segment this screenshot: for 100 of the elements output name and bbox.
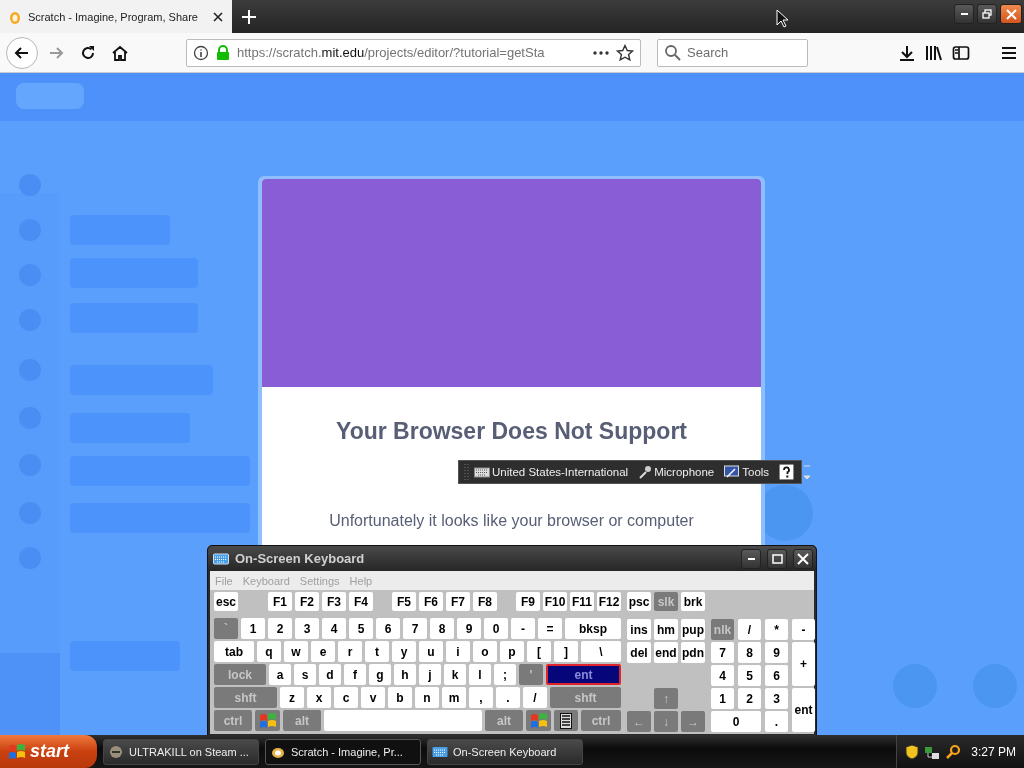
virtual-key[interactable]: + bbox=[792, 642, 815, 686]
virtual-key[interactable]: - bbox=[511, 618, 535, 639]
virtual-key[interactable]: psc bbox=[627, 592, 651, 611]
menu-key[interactable] bbox=[554, 710, 578, 731]
taskbar-button[interactable]: Scratch - Imagine, Pr... bbox=[265, 738, 421, 765]
virtual-key[interactable]: hm bbox=[654, 619, 678, 640]
virtual-key[interactable]: y bbox=[392, 641, 416, 662]
virtual-key[interactable]: 2 bbox=[268, 618, 292, 639]
virtual-key[interactable]: 0 bbox=[484, 618, 508, 639]
virtual-key[interactable]: tab bbox=[214, 641, 254, 662]
virtual-key[interactable]: esc bbox=[214, 592, 238, 611]
back-button[interactable] bbox=[6, 36, 38, 69]
maximize-button[interactable] bbox=[767, 548, 787, 569]
virtual-key[interactable]: v bbox=[361, 687, 385, 708]
virtual-key[interactable]: p bbox=[500, 641, 524, 662]
restore-button[interactable] bbox=[977, 4, 997, 24]
minimize-button[interactable] bbox=[954, 4, 974, 24]
virtual-key[interactable]: F3 bbox=[322, 592, 346, 611]
virtual-key[interactable]: - bbox=[792, 619, 815, 640]
virtual-key[interactable]: F7 bbox=[446, 592, 470, 611]
virtual-key[interactable]: 7 bbox=[711, 642, 734, 663]
taskbar-button[interactable]: ULTRAKILL on Steam ... bbox=[103, 738, 259, 765]
search-field[interactable]: Search bbox=[657, 38, 808, 67]
virtual-key[interactable]: 9 bbox=[765, 642, 788, 663]
virtual-key[interactable]: ent bbox=[546, 664, 621, 685]
language-bar-item[interactable]: Microphone bbox=[638, 464, 715, 480]
virtual-key[interactable]: ent bbox=[792, 688, 815, 732]
windows-key[interactable] bbox=[255, 710, 280, 731]
virtual-key[interactable]: [ bbox=[527, 641, 551, 662]
sidebar-icon[interactable] bbox=[952, 43, 970, 62]
virtual-key[interactable]: F11 bbox=[570, 592, 594, 611]
virtual-key[interactable]: 8 bbox=[430, 618, 454, 639]
virtual-key[interactable]: 0 bbox=[711, 711, 761, 732]
address-bar[interactable]: https://scratch.mit.edu/projects/editor/?tutorial=getSta bbox=[186, 38, 641, 67]
virtual-key[interactable]: 2 bbox=[738, 688, 761, 709]
language-bar-item[interactable]: United States-International bbox=[474, 465, 629, 479]
more-dots-icon[interactable] bbox=[592, 48, 610, 57]
virtual-key[interactable]: o bbox=[473, 641, 497, 662]
virtual-key[interactable]: * bbox=[765, 619, 788, 640]
browser-tab[interactable]: Scratch - Imagine, Program, Share bbox=[0, 0, 232, 33]
virtual-key[interactable]: 3 bbox=[765, 688, 788, 709]
virtual-key[interactable]: 4 bbox=[322, 618, 346, 639]
virtual-key[interactable]: 8 bbox=[738, 642, 761, 663]
virtual-key[interactable]: b bbox=[388, 687, 412, 708]
virtual-key[interactable]: u bbox=[419, 641, 443, 662]
virtual-key[interactable]: F9 bbox=[516, 592, 540, 611]
virtual-key[interactable]: F5 bbox=[392, 592, 416, 611]
virtual-key[interactable]: r bbox=[338, 641, 362, 662]
virtual-key[interactable]: e bbox=[311, 641, 335, 662]
language-bar-item[interactable]: Tools bbox=[724, 465, 770, 479]
virtual-key[interactable]: end bbox=[654, 642, 678, 663]
virtual-key[interactable]: 6 bbox=[765, 665, 788, 686]
virtual-key[interactable]: ; bbox=[494, 664, 516, 685]
virtual-key[interactable]: w bbox=[284, 641, 308, 662]
start-button[interactable]: start bbox=[0, 735, 97, 768]
taskbar-button[interactable]: On-Screen Keyboard bbox=[427, 738, 583, 765]
virtual-key[interactable]: F12 bbox=[597, 592, 621, 611]
virtual-key[interactable]: F1 bbox=[268, 592, 292, 611]
virtual-key[interactable]: 7 bbox=[403, 618, 427, 639]
close-button[interactable] bbox=[793, 548, 813, 569]
virtual-key[interactable]: 1 bbox=[711, 688, 734, 709]
virtual-key[interactable]: F10 bbox=[543, 592, 567, 611]
virtual-key[interactable]: , bbox=[469, 687, 493, 708]
virtual-key[interactable]: x bbox=[307, 687, 331, 708]
virtual-key[interactable]: 6 bbox=[376, 618, 400, 639]
virtual-key[interactable]: brk bbox=[681, 592, 705, 611]
new-tab-plus-icon[interactable] bbox=[241, 8, 257, 25]
virtual-key[interactable]: 3 bbox=[295, 618, 319, 639]
bookmark-star-icon[interactable] bbox=[616, 43, 634, 62]
virtual-key[interactable]: n bbox=[415, 687, 439, 708]
virtual-key[interactable]: 5 bbox=[738, 665, 761, 686]
virtual-key[interactable]: . bbox=[765, 711, 788, 732]
virtual-key[interactable]: j bbox=[419, 664, 441, 685]
virtual-key[interactable]: bksp bbox=[565, 618, 621, 639]
library-icon[interactable] bbox=[924, 43, 944, 62]
virtual-key[interactable]: 4 bbox=[711, 665, 734, 686]
virtual-key[interactable]: m bbox=[442, 687, 466, 708]
virtual-key[interactable]: pdn bbox=[681, 642, 705, 663]
virtual-key[interactable]: k bbox=[444, 664, 466, 685]
virtual-key[interactable]: . bbox=[496, 687, 520, 708]
help-icon[interactable] bbox=[779, 464, 795, 480]
virtual-key[interactable]: pup bbox=[681, 619, 705, 640]
virtual-key[interactable]: l bbox=[469, 664, 491, 685]
virtual-key[interactable]: q bbox=[257, 641, 281, 662]
virtual-key[interactable]: F4 bbox=[349, 592, 373, 611]
virtual-key[interactable]: z bbox=[280, 687, 304, 708]
virtual-key[interactable]: / bbox=[523, 687, 547, 708]
virtual-key[interactable]: = bbox=[538, 618, 562, 639]
virtual-key[interactable]: F2 bbox=[295, 592, 319, 611]
minimize-button[interactable] bbox=[741, 548, 761, 569]
virtual-key[interactable]: 5 bbox=[349, 618, 373, 639]
virtual-key[interactable]: d bbox=[319, 664, 341, 685]
virtual-key[interactable]: a bbox=[269, 664, 291, 685]
virtual-key[interactable]: F8 bbox=[473, 592, 497, 611]
virtual-key[interactable]: s bbox=[294, 664, 316, 685]
virtual-key[interactable]: del bbox=[627, 642, 651, 663]
virtual-key[interactable]: 1 bbox=[241, 618, 265, 639]
virtual-key[interactable]: 9 bbox=[457, 618, 481, 639]
virtual-key[interactable]: c bbox=[334, 687, 358, 708]
download-icon[interactable] bbox=[898, 43, 916, 62]
